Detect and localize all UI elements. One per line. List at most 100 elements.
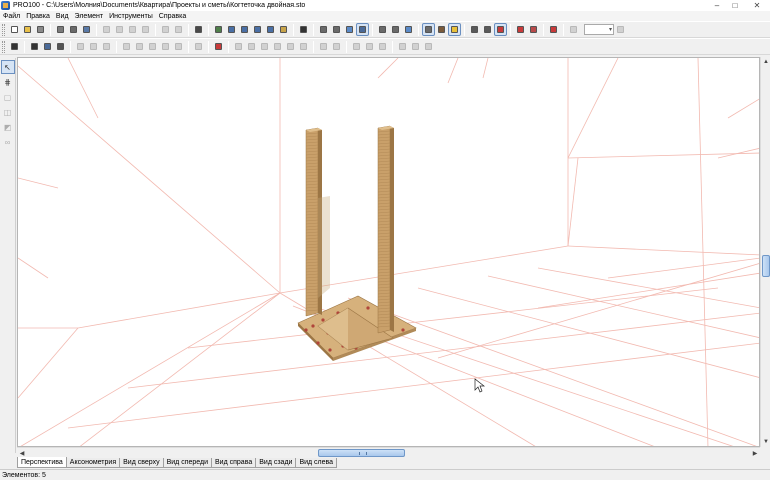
- preview-icon[interactable]: [55, 24, 66, 35]
- zoom-fit-icon[interactable]: [615, 24, 626, 35]
- plus-icon[interactable]: [160, 41, 171, 52]
- stop-icon[interactable]: [213, 41, 224, 52]
- scroll-down-icon[interactable]: ▼: [761, 437, 770, 447]
- hatch-icon[interactable]: ⋕: [2, 76, 14, 88]
- list-icon[interactable]: [193, 41, 204, 52]
- mirror-icon[interactable]: [410, 41, 421, 52]
- library-add-icon[interactable]: [265, 24, 276, 35]
- pen-icon[interactable]: [55, 41, 66, 52]
- panel-tool-icon[interactable]: ◫: [2, 106, 14, 118]
- view-wire-icon[interactable]: [318, 24, 329, 35]
- tab-view-3[interactable]: Вид спереди: [162, 458, 213, 468]
- tab-view-2[interactable]: Вид сверху: [119, 458, 164, 468]
- same-depth-icon[interactable]: [377, 41, 388, 52]
- align-middle-icon[interactable]: [285, 41, 296, 52]
- cube-lines-icon[interactable]: [390, 24, 401, 35]
- menu-item-1[interactable]: Правка: [26, 13, 50, 20]
- array-icon[interactable]: [423, 41, 434, 52]
- menu-item-0[interactable]: Файл: [3, 13, 20, 20]
- rotate-icon[interactable]: [42, 41, 53, 52]
- menu-item-4[interactable]: Инструменты: [109, 13, 153, 20]
- zoom-dropdown[interactable]: [584, 24, 614, 35]
- align-top-icon[interactable]: [272, 41, 283, 52]
- move-icon[interactable]: [29, 41, 40, 52]
- redo-icon[interactable]: [173, 24, 184, 35]
- group-icon[interactable]: [101, 41, 112, 52]
- vertical-scrollbar[interactable]: ▲ ▼: [760, 57, 770, 447]
- view-render-icon[interactable]: [356, 23, 369, 36]
- align-bottom-icon[interactable]: [298, 41, 309, 52]
- view-hidden-icon[interactable]: [331, 24, 342, 35]
- distribute-v-icon[interactable]: [331, 41, 342, 52]
- box-tool-icon[interactable]: ▢: [2, 91, 14, 103]
- toolbar-grip[interactable]: [2, 23, 5, 36]
- horizontal-scroll-thumb[interactable]: [318, 449, 405, 457]
- brush-icon[interactable]: [436, 24, 447, 35]
- select-arrow-icon[interactable]: ↖: [0, 60, 15, 74]
- view-solid-icon[interactable]: [344, 24, 355, 35]
- library-open-icon[interactable]: [226, 24, 237, 35]
- same-width-icon[interactable]: [351, 41, 362, 52]
- same-height-icon[interactable]: [364, 41, 375, 52]
- frame-select-icon[interactable]: [88, 41, 99, 52]
- maximize-button[interactable]: □: [726, 0, 744, 11]
- undo-icon[interactable]: [160, 24, 171, 35]
- sum-icon[interactable]: [298, 24, 309, 35]
- tab-view-6[interactable]: Вид слева: [295, 458, 338, 468]
- hand-icon[interactable]: [422, 23, 435, 36]
- paste-icon[interactable]: [127, 24, 138, 35]
- arrow-left-icon[interactable]: [134, 41, 145, 52]
- print-icon[interactable]: [68, 24, 79, 35]
- frame-icon[interactable]: [75, 41, 86, 52]
- align-left-icon[interactable]: [233, 41, 244, 52]
- library-save-icon[interactable]: [239, 24, 250, 35]
- measure-icon[interactable]: [482, 24, 493, 35]
- tab-view-1[interactable]: Аксонометрия: [65, 458, 121, 468]
- scratching-post-model[interactable]: [297, 125, 417, 361]
- arrow-right-icon[interactable]: [147, 41, 158, 52]
- new-icon[interactable]: [9, 24, 20, 35]
- zoom-icon[interactable]: [568, 24, 579, 35]
- dimension-icon[interactable]: [469, 24, 480, 35]
- tab-view-5[interactable]: Вид сзади: [255, 458, 297, 468]
- library-props-icon[interactable]: [278, 24, 289, 35]
- library-icon[interactable]: [213, 24, 224, 35]
- light-icon[interactable]: [448, 23, 461, 36]
- open-icon[interactable]: [22, 24, 33, 35]
- snap-icon[interactable]: [528, 24, 539, 35]
- menu-item-3[interactable]: Элемент: [75, 13, 104, 20]
- arrow-down-icon[interactable]: [121, 41, 132, 52]
- target-icon[interactable]: [548, 24, 559, 35]
- arrow-up-icon[interactable]: [173, 41, 184, 52]
- scroll-up-icon[interactable]: ▲: [761, 57, 770, 67]
- perspective-viewport[interactable]: [17, 57, 760, 447]
- toolbar-grip[interactable]: [2, 40, 5, 53]
- scroll-right-icon[interactable]: ▶: [750, 448, 760, 458]
- grid-points-icon[interactable]: [9, 41, 20, 52]
- save-icon[interactable]: [35, 24, 46, 35]
- delete-icon[interactable]: [140, 24, 151, 35]
- print-preview-icon[interactable]: [81, 24, 92, 35]
- menu-item-5[interactable]: Справка: [159, 13, 186, 20]
- view-frame-icon[interactable]: [193, 24, 204, 35]
- flip-icon[interactable]: [397, 41, 408, 52]
- tab-view-4[interactable]: Вид справа: [211, 458, 257, 468]
- edge-tool-icon[interactable]: ◩: [2, 121, 14, 133]
- cube-shaded-icon[interactable]: [403, 24, 414, 35]
- horizontal-scrollbar[interactable]: ◀ ▶: [17, 447, 760, 457]
- copy-icon[interactable]: [114, 24, 125, 35]
- align-right-icon[interactable]: [259, 41, 270, 52]
- cut-icon[interactable]: [101, 24, 112, 35]
- align-center-icon[interactable]: [246, 41, 257, 52]
- menu-item-2[interactable]: Вид: [56, 13, 69, 20]
- vertical-scroll-thumb[interactable]: [762, 255, 770, 277]
- link-tool-icon[interactable]: ∞: [2, 136, 14, 148]
- tab-view-0[interactable]: Перспектива: [17, 457, 67, 468]
- magnet-icon[interactable]: [515, 24, 526, 35]
- grid-icon[interactable]: [494, 23, 507, 36]
- minimize-button[interactable]: –: [708, 0, 726, 11]
- cube-outline-icon[interactable]: [377, 24, 388, 35]
- close-button[interactable]: ✕: [744, 0, 770, 11]
- library-edit-icon[interactable]: [252, 24, 263, 35]
- distribute-h-icon[interactable]: [318, 41, 329, 52]
